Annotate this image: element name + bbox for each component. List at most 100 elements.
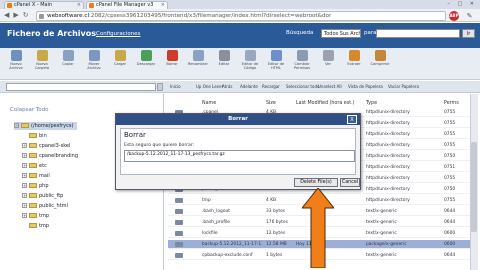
cell-perms: 0644 bbox=[444, 209, 456, 214]
tree-item-9[interactable]: tmp bbox=[29, 222, 49, 230]
pathbar-button-3[interactable]: Adelante bbox=[240, 83, 258, 91]
wrench-menu-icon[interactable]: ✎ bbox=[465, 11, 474, 21]
tree-item-7[interactable]: + public_html bbox=[22, 202, 68, 210]
new-folder-icon bbox=[36, 50, 48, 61]
tree-item-2[interactable]: + cpanelbranding bbox=[22, 152, 78, 160]
dialog-file-list[interactable]: /backup-5.12.2012_11-17-13_pesfrycs.tar.… bbox=[124, 150, 355, 162]
toolbar-button-3[interactable]: Mover Archivo bbox=[82, 50, 106, 71]
toolbar-button-label: Nuevo Archivo bbox=[9, 62, 23, 71]
cell-type: httpd/unix-directory bbox=[366, 165, 410, 170]
toolbar-button-1[interactable]: Nueva Carpeta bbox=[30, 50, 54, 71]
toolbar-button-12[interactable]: Ver bbox=[316, 50, 340, 66]
cell-perms: 0755 bbox=[444, 132, 456, 137]
column-header-3[interactable]: Type bbox=[366, 100, 377, 107]
column-header-0[interactable]: Name bbox=[202, 100, 216, 107]
toolbar-button-label: Extraer bbox=[347, 62, 361, 66]
page-title: Fichero de Archivos bbox=[7, 29, 97, 38]
search-input[interactable] bbox=[376, 29, 460, 38]
dialog-close-icon[interactable]: X bbox=[347, 115, 357, 124]
toolbar-button-0[interactable]: Nuevo Archivo bbox=[4, 50, 28, 71]
toolbar-button-4[interactable]: Cargar bbox=[108, 50, 132, 66]
tree-item-0[interactable]: bin bbox=[29, 132, 47, 140]
tree-item-3[interactable]: + etc bbox=[22, 162, 47, 170]
scrollbar-thumb[interactable] bbox=[471, 142, 477, 232]
dialog-question: Esta seguro que quiere borrar: bbox=[124, 143, 195, 148]
expand-icon[interactable]: + bbox=[22, 203, 27, 208]
pathbar-button-2[interactable]: Atrás bbox=[222, 83, 232, 91]
page-info-icon[interactable] bbox=[39, 14, 44, 19]
tab-close-icon[interactable]: × bbox=[77, 2, 81, 9]
address-bar[interactable]: websoftware.cl:2082/cpsess3961203495/fro… bbox=[36, 11, 446, 21]
browser-tab-active[interactable]: cPanel File Manager v3 × bbox=[86, 1, 168, 9]
expand-icon[interactable]: + bbox=[22, 213, 27, 218]
tree-item-6[interactable]: + public_ftp bbox=[22, 192, 63, 200]
pathbar-button-7[interactable]: Vista de Papelera bbox=[348, 83, 383, 91]
expand-icon[interactable]: + bbox=[22, 193, 27, 198]
toolbar-button-14[interactable]: Comprimir bbox=[368, 50, 392, 66]
toolbar-button-10[interactable]: Editor de HTML bbox=[264, 50, 288, 71]
folder-icon bbox=[29, 213, 37, 218]
cell-size: 176 bytes bbox=[266, 220, 288, 225]
search-scope-select[interactable]: Todos Sus Archivos bbox=[321, 29, 361, 38]
pathbar-button-5[interactable]: Seleccionar todo bbox=[286, 83, 319, 91]
tree-item-label: tmp bbox=[39, 213, 50, 219]
expand-icon[interactable]: + bbox=[22, 153, 27, 158]
search-go-button[interactable]: Ir bbox=[462, 29, 475, 38]
expand-icon[interactable]: + bbox=[22, 173, 27, 178]
toolbar-button-label: Ver bbox=[325, 62, 331, 66]
cell-type: httpd/unix-directory bbox=[366, 198, 410, 203]
window-controls[interactable]: – □ ✕ bbox=[447, 1, 477, 7]
extension-icon[interactable]: ABP bbox=[449, 11, 459, 21]
tree-item-4[interactable]: + mail bbox=[22, 172, 50, 180]
tree-item-5[interactable]: + php bbox=[22, 182, 49, 190]
toolbar-button-7[interactable]: Renombrar bbox=[186, 50, 210, 66]
path-input[interactable] bbox=[6, 83, 156, 91]
forward-icon[interactable]: ▶ bbox=[13, 11, 22, 19]
cpanel-favicon-icon bbox=[7, 3, 12, 8]
pathbar-button-0[interactable]: Inicio bbox=[170, 83, 181, 91]
pathbar-button-1[interactable]: Up One Level bbox=[196, 83, 223, 91]
folder-icon bbox=[21, 123, 29, 128]
column-header-2[interactable]: Last Modified (hora est.) bbox=[296, 100, 355, 107]
pathbar-button-6[interactable]: Unselect All bbox=[318, 83, 342, 91]
toolbar-button-13[interactable]: Extraer bbox=[342, 50, 366, 66]
cell-perms: 0751 bbox=[444, 165, 456, 170]
toolbar-button-label: Editor de Código bbox=[241, 62, 259, 71]
column-header-1[interactable]: Size bbox=[266, 100, 276, 107]
toolbar-button-2[interactable]: Copiar bbox=[56, 50, 80, 66]
path-go-button[interactable] bbox=[157, 83, 163, 91]
expand-icon[interactable]: + bbox=[22, 163, 27, 168]
search-label: Búsqueda bbox=[286, 30, 314, 36]
pathbar-button-8[interactable]: Vaciar Papelera bbox=[388, 83, 419, 91]
expand-icon[interactable]: + bbox=[22, 143, 27, 148]
tree-item-1[interactable]: + cpanel3-skel bbox=[22, 142, 70, 150]
reload-icon[interactable]: ↻ bbox=[23, 11, 33, 19]
pathbar-button-4[interactable]: Recargar bbox=[262, 83, 280, 91]
delete-files-button[interactable]: Delete File(s) bbox=[294, 178, 338, 187]
folder-icon bbox=[29, 193, 37, 198]
tree-item-8[interactable]: + tmp bbox=[22, 212, 49, 220]
tree-item-label: public_ftp bbox=[39, 193, 64, 199]
toolbar-button-8[interactable]: Editar bbox=[212, 50, 236, 66]
settings-link[interactable]: Configuraciones bbox=[96, 31, 140, 37]
cancel-button[interactable]: Cancel bbox=[340, 178, 360, 187]
file-icon bbox=[175, 209, 183, 214]
column-header-4[interactable]: Perms bbox=[444, 100, 459, 107]
collapse-all-link[interactable]: Colapsar Todo bbox=[10, 107, 49, 113]
cell-name: .bash_logout bbox=[202, 209, 231, 214]
browser-tab[interactable]: cPanel X - Main × bbox=[4, 1, 84, 9]
toolbar-button-label: Comprimir bbox=[370, 62, 390, 66]
toolbar-button-6[interactable]: Borrar bbox=[160, 50, 184, 66]
cell-size: 4 KB bbox=[266, 198, 277, 203]
toolbar-button-5[interactable]: Descargar bbox=[134, 50, 158, 66]
toolbar-button-11[interactable]: Cambiar Permisos bbox=[290, 50, 314, 71]
nav-buttons[interactable]: ◀▶↻ bbox=[4, 10, 33, 21]
toolbar-button-9[interactable]: Editor de Código bbox=[238, 50, 262, 71]
toolbar-button-label: Cargar bbox=[113, 62, 127, 66]
expand-icon[interactable]: − bbox=[14, 123, 19, 128]
tab-title: cPanel X - Main bbox=[14, 2, 53, 8]
back-icon[interactable]: ◀ bbox=[4, 11, 13, 19]
tree-root[interactable]: − (/home/pesfrycs) bbox=[14, 122, 78, 130]
expand-icon[interactable]: + bbox=[22, 183, 27, 188]
tab-close-icon[interactable]: × bbox=[161, 2, 165, 9]
